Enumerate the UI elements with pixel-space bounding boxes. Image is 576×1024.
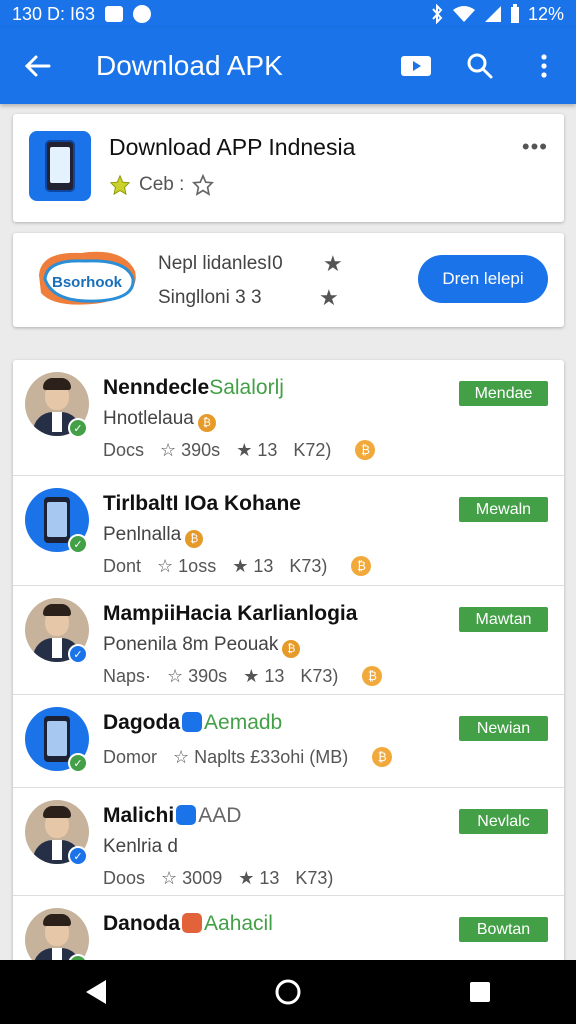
item-meta: Docs ☆ 390s ★ 13 K72) ₿ xyxy=(103,440,376,461)
item-title: MampiiHacia Karlianlogia xyxy=(103,602,358,625)
circle-home-icon xyxy=(275,979,301,1005)
item-title: Malichi AAD xyxy=(103,804,242,827)
coin-icon: ₿ xyxy=(282,640,301,658)
download-button[interactable]: Mendae xyxy=(459,381,548,406)
featured-rating: Ceb : xyxy=(109,174,215,196)
battery-percent: 12% xyxy=(527,3,564,24)
coin-icon: ₿ xyxy=(351,556,372,576)
tag-icon xyxy=(182,913,203,933)
wifi-icon xyxy=(452,6,475,22)
star-icon: ★ xyxy=(319,285,339,310)
nav-recents-button[interactable] xyxy=(450,962,510,1022)
item-subtitle: Kenlria d xyxy=(103,836,178,857)
coin-icon: ₿ xyxy=(372,747,393,767)
square-recents-icon xyxy=(470,982,490,1002)
triangle-back-icon xyxy=(86,980,106,1004)
signal-icon xyxy=(484,6,501,22)
item-subtitle: Hnotlelaua ₿ xyxy=(103,408,216,432)
list-item[interactable]: ✓ Dagoda Aemadb Domor ☆ Naplts £33ohi (MB) ₿ N… xyxy=(13,695,564,788)
nav-back-button[interactable] xyxy=(66,962,126,1022)
item-meta: Domor ☆ Naplts £33ohi (MB) ₿ xyxy=(103,747,393,768)
item-title: Danoda Aahacil xyxy=(103,912,273,935)
promo-card: Bsorhook Nepl lidanlesI0 Singlloni 3 3 ★… xyxy=(13,233,564,327)
coin-icon: ₿ xyxy=(362,666,383,686)
list-item[interactable]: ✓ MampiiHacia Karlianlogia Ponenila 8m Peo… xyxy=(13,586,564,695)
item-title: NenndecleSalalorlj xyxy=(103,376,284,399)
list-item[interactable]: ✓ Malichi AAD Kenlria d Doos ☆ 3009 ★ 13 K73) Ne… xyxy=(13,788,564,896)
app-bar: Download APK xyxy=(0,28,576,104)
coin-icon: ₿ xyxy=(185,530,204,548)
notification-circle-icon xyxy=(133,5,152,23)
verified-badge-icon: ✓ xyxy=(68,846,88,866)
tag-icon xyxy=(182,712,203,732)
item-meta: Dont ☆ 1oss ★ 13 K73) ₿ xyxy=(103,556,372,577)
download-button[interactable]: Nevlalc xyxy=(459,809,548,834)
promo-logo: Bsorhook xyxy=(39,251,136,305)
item-meta: Naps· ☆ 390s ★ 13 K73) ₿ xyxy=(103,666,383,687)
bluetooth-icon xyxy=(432,4,443,24)
svg-text:Bsorhook: Bsorhook xyxy=(52,274,123,291)
page-title: Download APK xyxy=(96,50,283,81)
status-time: 130 D: I63 xyxy=(12,3,96,24)
coin-icon: ₿ xyxy=(197,414,216,432)
promo-line-1: Nepl lidanlesI0 xyxy=(158,253,283,274)
search-button[interactable] xyxy=(448,28,512,104)
featured-app-card[interactable]: Download APP Indnesia Ceb : ••• xyxy=(13,114,564,222)
item-subtitle: Penlnalla ₿ xyxy=(103,524,204,548)
promo-line-2: Singlloni 3 3 xyxy=(158,287,262,308)
star-outline-icon xyxy=(192,174,215,196)
item-title: TirlbaltI IOa Kohane xyxy=(103,492,301,515)
back-button[interactable] xyxy=(0,28,74,104)
verified-badge-icon: ✓ xyxy=(68,418,88,438)
star-icon: ★ xyxy=(323,251,343,276)
download-button[interactable]: Mawtan xyxy=(459,607,548,632)
verified-badge-icon: ✓ xyxy=(68,753,88,773)
status-bar: 130 D: I63 12% xyxy=(0,0,576,28)
item-title: Dagoda Aemadb xyxy=(103,711,283,734)
nav-home-button[interactable] xyxy=(258,962,318,1022)
star-filled-icon xyxy=(109,174,131,196)
verified-badge-icon: ✓ xyxy=(68,644,88,664)
list-item[interactable]: ✓DanodaAahacilDanclch 0a lbana Lanaanoan… xyxy=(13,896,564,970)
video-button[interactable] xyxy=(384,28,448,104)
play-box-icon xyxy=(401,56,431,76)
system-nav-bar xyxy=(0,960,576,1024)
overflow-menu-button[interactable] xyxy=(512,28,576,104)
featured-app-icon xyxy=(29,131,91,201)
download-button[interactable]: Mewaln xyxy=(459,497,548,522)
promo-download-button[interactable]: Dren lelepi xyxy=(418,255,548,303)
more-vert-icon xyxy=(541,54,547,78)
verified-badge-icon: ✓ xyxy=(68,534,88,554)
list-item[interactable]: ✓ NenndecleSalalorlj Hnotlelaua ₿ Docs ☆ 390s… xyxy=(13,360,564,476)
download-button[interactable]: Newian xyxy=(459,716,548,741)
download-button[interactable]: Bowtan xyxy=(459,917,548,942)
item-subtitle: Ponenila 8m Peouak ₿ xyxy=(103,634,301,658)
item-meta: Doos ☆ 3009 ★ 13 K73) xyxy=(103,868,334,888)
battery-icon xyxy=(510,4,519,23)
featured-app-title: Download APP Indnesia xyxy=(109,134,356,160)
tag-icon xyxy=(176,805,197,825)
app-list: ✓ NenndecleSalalorlj Hnotlelaua ₿ Docs ☆ 390s… xyxy=(13,360,564,970)
more-horiz-icon[interactable]: ••• xyxy=(522,134,548,160)
coin-icon: ₿ xyxy=(355,440,376,460)
arrow-left-icon xyxy=(24,55,51,77)
search-icon xyxy=(467,53,493,79)
list-item[interactable]: ✓ TirlbaltI IOa Kohane Penlnalla ₿ Dont ☆ 1os… xyxy=(13,476,564,586)
notification-icon xyxy=(105,6,124,22)
featured-rating-text: Ceb : xyxy=(139,174,185,195)
